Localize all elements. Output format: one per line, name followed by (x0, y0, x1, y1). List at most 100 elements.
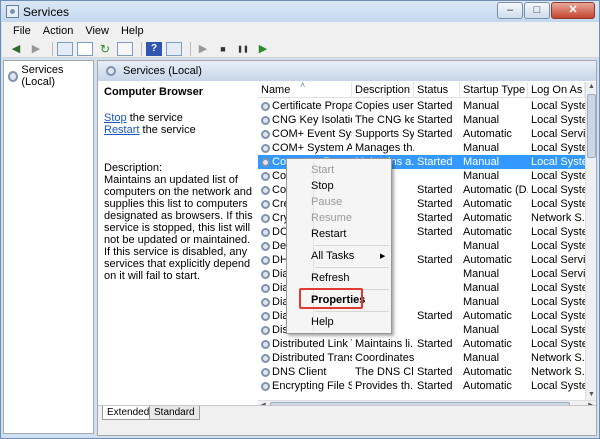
menu-bar: File Action View Help (2, 22, 599, 40)
menu-item-all-tasks[interactable]: All Tasks (311, 248, 354, 264)
properties-sheet-icon[interactable] (77, 41, 93, 56)
service-name: Co (272, 170, 287, 182)
service-name: COM+ System Ap... (272, 142, 352, 154)
cell-name: COM+ System Ap... (258, 141, 352, 155)
cell-logon: Local Syste... (531, 296, 585, 308)
menu-item-restart[interactable]: Restart (311, 226, 346, 242)
console-tree: Services (Local) (3, 60, 94, 434)
cell-startup: Automatic (463, 380, 512, 392)
column-header-log-on-as[interactable]: Log On As (528, 82, 585, 98)
help-icon[interactable]: ? (146, 41, 162, 56)
cell-name: CNG Key Isolation (258, 113, 352, 127)
menu-help[interactable]: Help (115, 22, 150, 40)
cell-logon: Local Syste... (531, 170, 585, 182)
cell-logon: Local Syste... (531, 240, 585, 252)
tab-extended[interactable]: Extended (102, 406, 155, 420)
table-row[interactable]: COM+ System Ap...Manages th... Manual Loca… (258, 141, 585, 155)
restart-link[interactable]: Restart (104, 124, 139, 136)
service-name: Distributed Transa... (272, 352, 352, 364)
stop-link[interactable]: Stop (104, 112, 127, 124)
service-gear-icon (261, 199, 270, 209)
cell-status: Started (417, 212, 453, 224)
cell-logon: Local Syste... (531, 324, 585, 336)
maximize-button[interactable]: □ (524, 2, 550, 19)
column-header-name[interactable]: ˄ Name (258, 82, 352, 98)
console-tree-icon[interactable] (57, 41, 73, 56)
cell-description: Provides th... (355, 380, 414, 392)
cell-name: Certificate Propaga... (258, 99, 352, 113)
cell-startup: Manual (463, 352, 500, 364)
cell-logon: Local Syste... (531, 142, 585, 154)
title-bar[interactable]: Services – □ ✕ (1, 1, 599, 22)
show-hide-pane-icon[interactable] (166, 41, 182, 56)
menu-item-start[interactable]: Start (311, 162, 334, 178)
cell-status (414, 281, 460, 295)
cell-startup: Manual (463, 240, 500, 252)
minimize-button[interactable]: – (497, 2, 523, 19)
cell-startup: Manual (463, 156, 500, 168)
toolbar-separator (52, 41, 53, 56)
cell-description: Coordinates... (355, 352, 414, 364)
cell-status: Started (417, 114, 453, 126)
cell-startup: Manual (463, 324, 500, 336)
forward-arrow-icon[interactable]: ▶ (28, 42, 44, 56)
column-header-description[interactable]: Description (352, 82, 414, 98)
cell-name: COM+ Event System (258, 127, 352, 141)
list-header: ˄ Name Description Status Startup Type L… (258, 82, 585, 98)
service-name: Certificate Propaga... (272, 100, 352, 112)
column-header-label: Name (261, 84, 291, 96)
table-row[interactable]: DNS Client The DNS Cli...Started Automatic… (258, 365, 585, 379)
menu-file[interactable]: File (7, 22, 37, 40)
table-row[interactable]: Distributed Transa...Coordinates... Manua… (258, 351, 585, 365)
export-list-icon[interactable] (117, 41, 133, 56)
stop-service-line: Stop the service (104, 112, 249, 124)
cell-startup: Automatic (463, 366, 512, 378)
tab-standard[interactable]: Standard (149, 406, 200, 420)
cell-logon: Local Service (531, 128, 585, 140)
service-gear-icon (261, 367, 270, 377)
menu-view[interactable]: View (79, 22, 115, 40)
stop-service-icon[interactable]: ■ (215, 42, 231, 56)
restart-service-icon[interactable]: ▶ (255, 42, 271, 56)
tree-item-services-local[interactable]: Services (Local) (8, 64, 93, 88)
table-row[interactable]: Certificate Propaga...Copies user ...Sta… (258, 99, 585, 113)
service-details: Computer Browser Stop the service Restar… (98, 82, 255, 402)
refresh-icon[interactable]: ↻ (97, 42, 113, 56)
cell-status: Started (417, 100, 453, 112)
start-service-icon[interactable]: ▶ (195, 42, 211, 56)
table-row[interactable]: Encrypting File Sy...Provides th...Start… (258, 379, 585, 393)
table-row[interactable]: COM+ Event SystemSupports Sy...Started Au… (258, 127, 585, 141)
cell-startup: Automatic (463, 128, 512, 140)
table-row[interactable]: CNG Key IsolationThe CNG key ...Started M… (258, 113, 585, 127)
service-name: DNS Client (272, 366, 327, 378)
column-header-startup-type[interactable]: Startup Type (460, 82, 528, 98)
scroll-thumb[interactable] (587, 94, 596, 158)
window-title: Services (23, 5, 70, 19)
cell-status: Started (417, 184, 453, 196)
column-header-status[interactable]: Status (414, 82, 460, 98)
cell-startup: Manual (463, 114, 500, 126)
cell-logon: Local Syste... (531, 156, 585, 168)
cell-description: Copies user ... (355, 100, 414, 112)
menu-item-refresh[interactable]: Refresh (311, 270, 350, 286)
cell-name: Encrypting File Sy... (258, 379, 352, 393)
scroll-up-arrow-icon[interactable]: ▲ (587, 82, 596, 92)
view-tabs: Extended Standard (98, 405, 596, 435)
pause-service-icon[interactable]: ❚❚ (235, 42, 251, 56)
close-button[interactable]: ✕ (551, 2, 595, 19)
menu-item-pause[interactable]: Pause (311, 194, 342, 210)
stop-link-suffix: the service (126, 112, 183, 124)
cell-logon: Network S... (531, 212, 585, 224)
menu-action[interactable]: Action (37, 22, 80, 40)
menu-item-help[interactable]: Help (311, 314, 334, 330)
service-name: CNG Key Isolation (272, 114, 352, 126)
table-row[interactable]: Distributed Link Tr...Maintains li...Sta… (258, 337, 585, 351)
scroll-down-arrow-icon[interactable]: ▼ (587, 390, 596, 400)
menu-item-resume[interactable]: Resume (311, 210, 352, 226)
window-controls: – □ ✕ (496, 2, 595, 19)
back-arrow-icon[interactable]: ◀ (8, 42, 24, 56)
vertical-scrollbar[interactable]: ▲ ▼ (585, 82, 596, 400)
menu-item-stop[interactable]: Stop (311, 178, 334, 194)
service-gear-icon (261, 353, 270, 363)
cell-startup: Manual (463, 296, 500, 308)
